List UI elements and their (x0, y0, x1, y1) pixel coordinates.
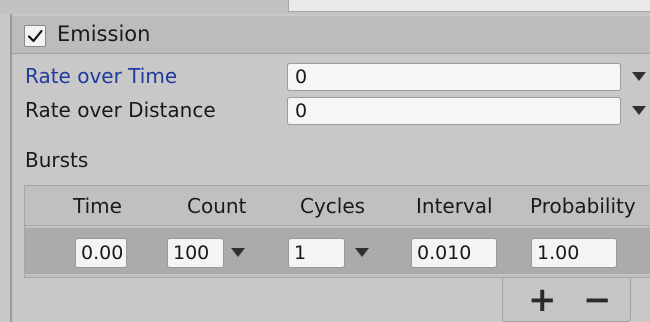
burst-probability-field[interactable]: 1.00 (531, 238, 617, 268)
panel-left-border (10, 14, 12, 322)
column-header-probability: Probability (530, 194, 636, 218)
rate-over-distance-dropdown-icon[interactable] (632, 106, 646, 115)
add-burst-button[interactable]: + (528, 283, 557, 317)
column-header-interval: Interval (416, 194, 493, 218)
rate-over-time-field[interactable]: 0 (287, 63, 621, 91)
burst-cycles-dropdown-icon[interactable] (355, 248, 369, 257)
rate-over-time-label[interactable]: Rate over Time (25, 62, 177, 90)
column-header-cycles: Cycles (300, 194, 366, 218)
previous-field[interactable] (288, 0, 650, 12)
rate-over-distance-field[interactable]: 0 (287, 97, 621, 125)
bursts-title: Bursts (25, 148, 89, 172)
burst-time-field[interactable]: 0.00 (75, 238, 127, 268)
burst-interval-field[interactable]: 0.010 (411, 238, 497, 268)
remove-burst-button[interactable]: − (583, 283, 612, 317)
column-header-count: Count (187, 194, 247, 218)
rate-over-distance-label: Rate over Distance (25, 98, 216, 122)
burst-count-field[interactable]: 100 (167, 238, 224, 268)
emission-module-title: Emission (57, 22, 151, 46)
burst-count-dropdown-icon[interactable] (231, 248, 245, 257)
rate-over-time-dropdown-icon[interactable] (632, 72, 646, 81)
burst-cycles-field[interactable]: 1 (288, 238, 345, 268)
emission-enabled-checkbox[interactable] (24, 25, 46, 47)
column-header-time: Time (73, 194, 122, 218)
bursts-footer (502, 278, 631, 322)
checkmark-icon (27, 29, 43, 43)
